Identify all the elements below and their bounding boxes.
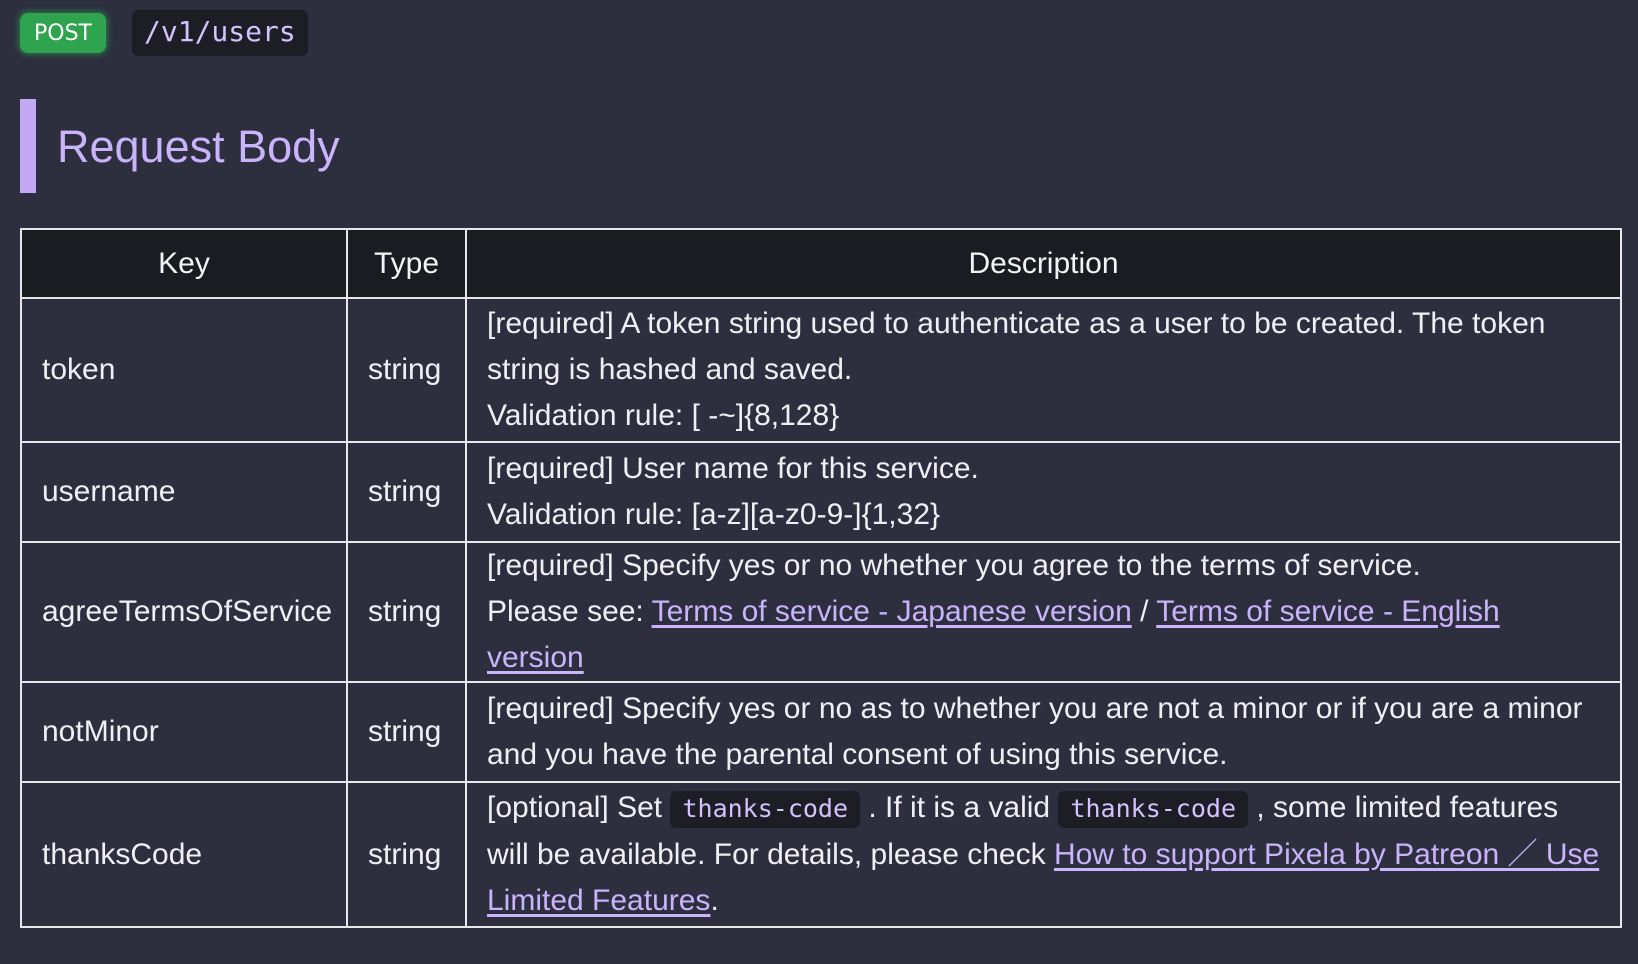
inline-code-thanks-code: thanks-code (1058, 791, 1249, 828)
description-line: [optional] Set thanks-code . If it is a … (487, 785, 1600, 832)
please-see-line: Please see: Terms of service - Japanese … (487, 589, 1600, 681)
description-cell: [optional] Set thanks-code . If it is a … (465, 781, 1622, 928)
description-text: and you have the parental consent of usi… (487, 738, 1228, 771)
table-row: thanksCode string [optional] Set thanks-… (20, 781, 1622, 928)
description-text: [required] Specify yes or no as to wheth… (487, 692, 1583, 725)
table-row: agreeTermsOfService string [required] Sp… (20, 541, 1622, 683)
key-cell: agreeTermsOfService (20, 541, 348, 683)
key-cell: username (20, 441, 348, 543)
table-row: username string [required] User name for… (20, 441, 1622, 543)
description-text: . (710, 884, 719, 917)
description-text: , some limited features (1248, 791, 1559, 824)
column-header-type: Type (346, 228, 467, 299)
table-row: notMinor string [required] Specify yes o… (20, 681, 1622, 783)
section-title: Request Body (57, 120, 340, 172)
api-doc-page: POST /v1/users Request Body Key Type Des… (0, 0, 1638, 964)
please-see-label: Please see: (487, 595, 652, 628)
description-text: will be available. For details, please c… (487, 838, 1054, 871)
table-header-row: Key Type Description (20, 228, 1622, 299)
description-text: [optional] Set (487, 791, 671, 824)
description-cell: [required] Specify yes or no whether you… (465, 541, 1622, 683)
validation-rule: Validation rule: [a-z][a-z0-9-]{1,32} (487, 498, 941, 531)
endpoint-bar: POST /v1/users (20, 10, 308, 56)
description-cell: [required] User name for this service. V… (465, 441, 1622, 543)
description-text: string is hashed and saved. (487, 353, 853, 386)
type-cell: string (346, 681, 467, 783)
terms-japanese-link[interactable]: Terms of service - Japanese version (652, 595, 1132, 628)
http-method-badge: POST (20, 12, 106, 53)
description-text: [required] User name for this service. (487, 452, 979, 485)
description-cell: [required] A token string used to authen… (465, 297, 1622, 443)
section-heading: Request Body (20, 99, 340, 193)
type-cell: string (346, 781, 467, 928)
column-header-key: Key (20, 228, 348, 299)
description-text: [required] Specify yes or no whether you… (487, 549, 1421, 582)
inline-code-thanks-code: thanks-code (670, 791, 861, 828)
request-body-table: Key Type Description token string [requi… (20, 228, 1622, 928)
column-header-description: Description (465, 228, 1622, 299)
key-cell: token (20, 297, 348, 443)
table-row: token string [required] A token string u… (20, 297, 1622, 443)
description-cell: [required] Specify yes or no as to wheth… (465, 681, 1622, 783)
heading-accent-bar (20, 99, 36, 193)
type-cell: string (346, 541, 467, 683)
endpoint-path: /v1/users (132, 10, 308, 56)
link-separator: / (1131, 595, 1157, 628)
description-text: . If it is a valid (860, 791, 1059, 824)
description-text: [required] A token string used to authen… (487, 307, 1546, 340)
type-cell: string (346, 441, 467, 543)
validation-rule: Validation rule: [ -~]{8,128} (487, 399, 840, 432)
key-cell: thanksCode (20, 781, 348, 928)
type-cell: string (346, 297, 467, 443)
key-cell: notMinor (20, 681, 348, 783)
description-line: will be available. For details, please c… (487, 832, 1600, 924)
